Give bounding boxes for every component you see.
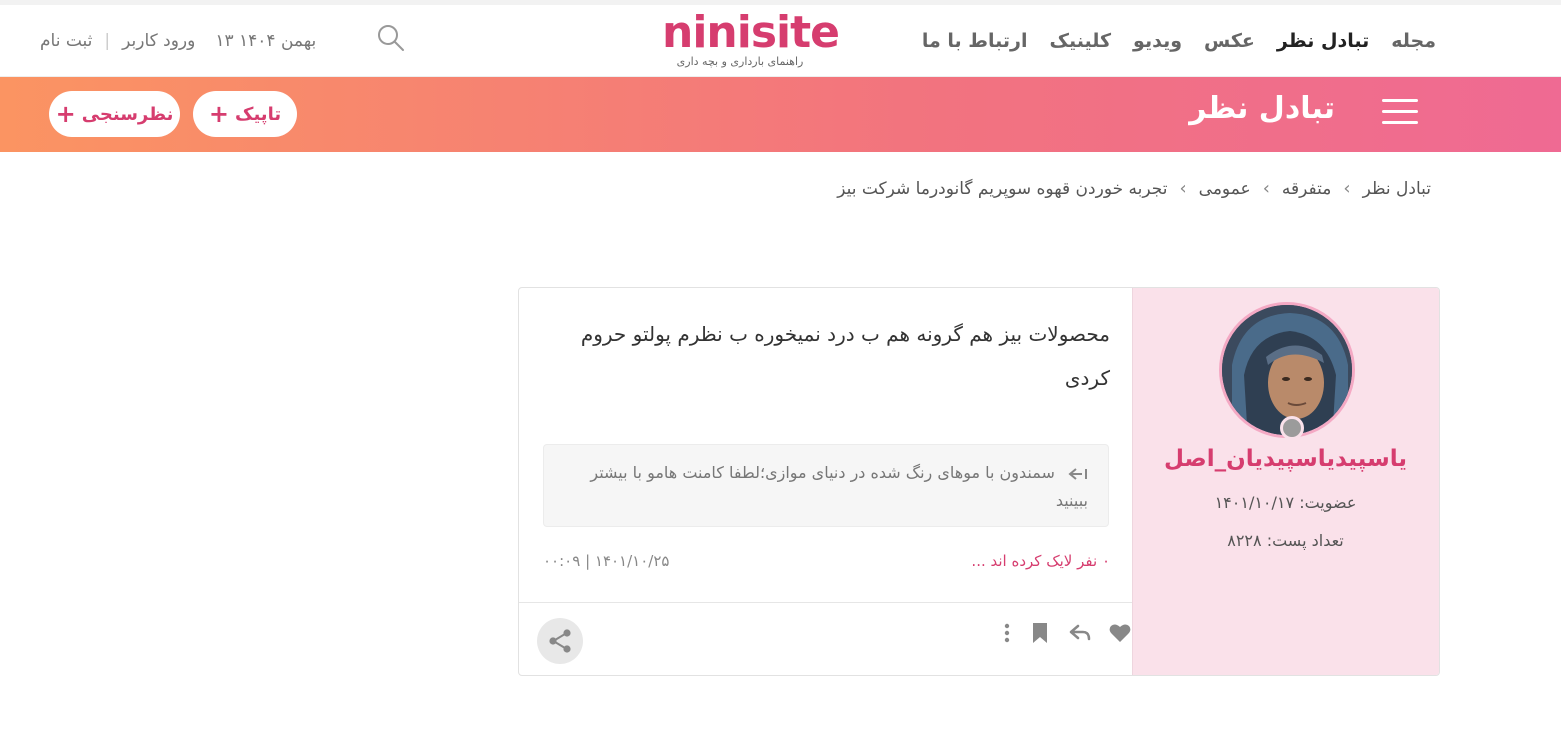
post-time: ۰۰:۰۹ bbox=[543, 552, 581, 570]
nav-item-photo[interactable]: عکس bbox=[1204, 30, 1255, 52]
divider bbox=[519, 602, 1132, 603]
nav-item-clinic[interactable]: کلینیک bbox=[1050, 30, 1112, 52]
register-link[interactable]: ثبت نام bbox=[40, 31, 92, 51]
login-link[interactable]: ورود کاربر bbox=[122, 31, 195, 51]
main-nav: مجله تبادل نظر عکس ویدیو کلینیک ارتباط ب… bbox=[922, 5, 1436, 77]
post-actions bbox=[1002, 621, 1132, 645]
post-date: ۱۴۰۱/۱۰/۲۵ bbox=[594, 552, 670, 570]
nav-item-contact[interactable]: ارتباط با ما bbox=[922, 30, 1028, 52]
nav-item-forum[interactable]: تبادل نظر bbox=[1277, 30, 1369, 52]
post-count-value: ۸۲۲۸ bbox=[1227, 531, 1262, 550]
membership-label: عضویت: bbox=[1299, 493, 1357, 512]
post-card: یاسپیدیاسپیدیان_اصل عضویت: ۱۴۰۱/۱۰/۱۷ تع… bbox=[518, 287, 1440, 676]
new-poll-label: نظرسنجی bbox=[81, 103, 174, 125]
site-logo[interactable]: ninisite راهنمای بارداری و بچه داری bbox=[662, 7, 840, 77]
nav-item-video[interactable]: ویدیو bbox=[1133, 30, 1182, 52]
current-date: ۱۳ بهمن ۱۴۰۴ bbox=[215, 31, 317, 51]
new-topic-button[interactable]: تاپیک + bbox=[193, 91, 297, 137]
author-panel: یاسپیدیاسپیدیان_اصل عضویت: ۱۴۰۱/۱۰/۱۷ تع… bbox=[1132, 288, 1439, 675]
reply-icon[interactable] bbox=[1068, 621, 1092, 645]
section-band: تبادل نظر تاپیک + نظرسنجی + bbox=[0, 77, 1561, 152]
membership-date: ۱۴۰۱/۱۰/۱۷ bbox=[1214, 493, 1295, 512]
breadcrumb-item-forum[interactable]: تبادل نظر bbox=[1363, 179, 1431, 199]
offline-status-dot bbox=[1280, 416, 1304, 440]
new-poll-button[interactable]: نظرسنجی + bbox=[49, 91, 180, 137]
reply-arrow-icon bbox=[1068, 467, 1087, 480]
hamburger-menu-icon[interactable] bbox=[1382, 99, 1418, 127]
post-text: محصولات بیز هم گرونه هم ب درد نمیخوره ب … bbox=[580, 322, 1110, 390]
membership-info: عضویت: ۱۴۰۱/۱۰/۱۷ bbox=[1132, 493, 1439, 512]
breadcrumb: تبادل نظر ‹ متفرقه ‹ عمومی ‹ تجربه خوردن… bbox=[837, 178, 1431, 199]
section-title: تبادل نظر bbox=[1189, 91, 1335, 126]
breadcrumb-item-general[interactable]: عمومی bbox=[1199, 179, 1251, 199]
chevron-left-icon: ‹ bbox=[1343, 178, 1351, 199]
quoted-reply[interactable]: سمندون با موهای رنگ شده در دنیای موازی؛ل… bbox=[543, 444, 1109, 527]
likes-link[interactable]: ۰ نفر لایک کرده اند ... bbox=[971, 552, 1110, 570]
post-timestamp: ۰۰:۰۹ | ۱۴۰۱/۱۰/۲۵ bbox=[543, 552, 669, 570]
post-count-info: تعداد پست: ۸۲۲۸ bbox=[1132, 531, 1439, 550]
logo-wordmark: ninisite bbox=[662, 7, 840, 58]
new-topic-label: تاپیک bbox=[235, 103, 282, 125]
divider: | bbox=[104, 31, 111, 51]
post-count-label: تعداد پست: bbox=[1266, 531, 1344, 550]
heart-icon[interactable] bbox=[1108, 621, 1132, 645]
share-button[interactable] bbox=[537, 618, 583, 664]
more-vertical-icon[interactable] bbox=[1002, 621, 1012, 645]
bookmark-icon[interactable] bbox=[1028, 621, 1052, 645]
chevron-left-icon: ‹ bbox=[1179, 178, 1187, 199]
breadcrumb-current: تجربه خوردن قهوه سوپریم گانودرما شرکت بی… bbox=[837, 178, 1168, 199]
search-icon[interactable] bbox=[376, 23, 406, 53]
site-header: مجله تبادل نظر عکس ویدیو کلینیک ارتباط ب… bbox=[0, 5, 1561, 77]
post-body: محصولات بیز هم گرونه هم ب درد نمیخوره ب … bbox=[519, 288, 1132, 675]
chevron-left-icon: ‹ bbox=[1262, 178, 1270, 199]
timestamp-separator: | bbox=[585, 552, 595, 570]
breadcrumb-item-misc[interactable]: متفرقه bbox=[1282, 179, 1331, 199]
quoted-reply-text: سمندون با موهای رنگ شده در دنیای موازی؛ل… bbox=[590, 463, 1088, 510]
logo-tagline: راهنمای بارداری و بچه داری bbox=[676, 55, 804, 68]
user-bar: ثبت نام | ورود کاربر ۱۳ بهمن ۱۴۰۴ bbox=[40, 5, 316, 77]
nav-item-magazine[interactable]: مجله bbox=[1391, 30, 1436, 52]
share-icon bbox=[549, 629, 571, 653]
plus-icon: + bbox=[208, 100, 230, 128]
author-name[interactable]: یاسپیدیاسپیدیان_اصل bbox=[1132, 446, 1439, 472]
plus-icon: + bbox=[55, 100, 76, 128]
